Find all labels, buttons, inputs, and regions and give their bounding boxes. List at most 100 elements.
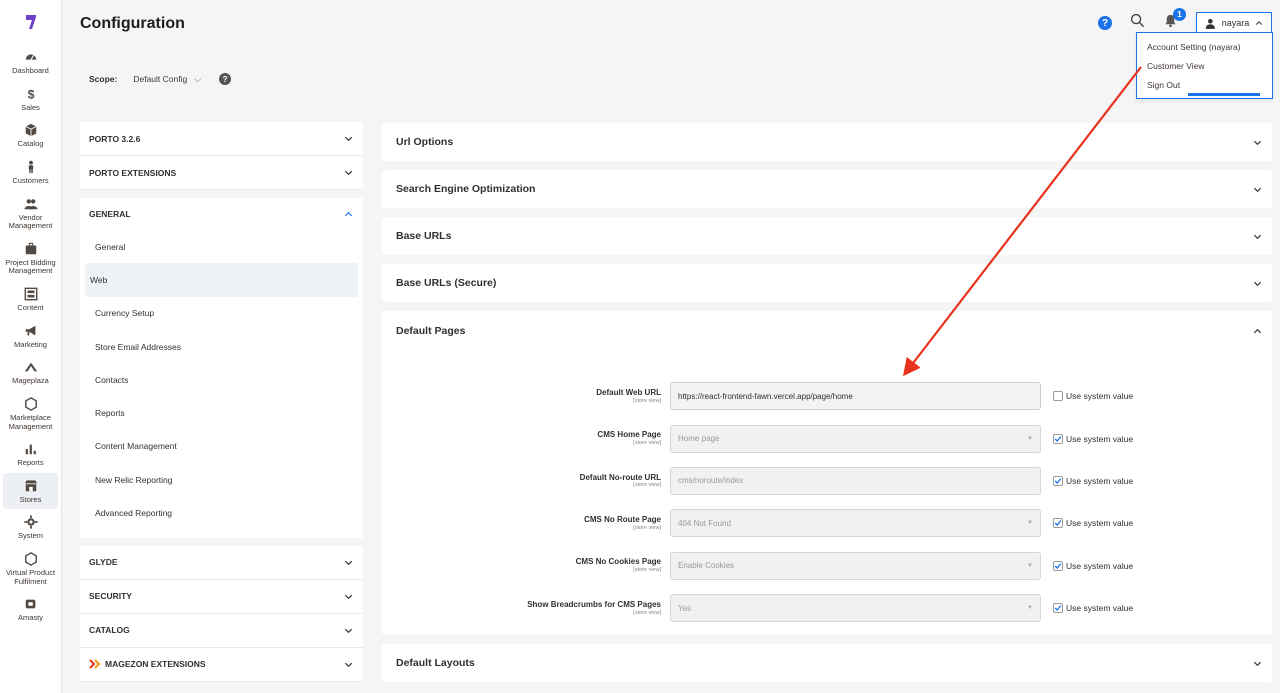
use-system-value-toggle[interactable]: Use system value — [1053, 475, 1133, 486]
tab-label: PORTO 3.2.6 — [89, 133, 141, 144]
group-base-urls[interactable]: Base URLs — [382, 217, 1272, 255]
field-label-text: CMS No Route Page — [584, 514, 661, 524]
sidebar-item-dashboard[interactable]: Dashboard — [0, 44, 61, 81]
default-no-route-url-input[interactable]: cms/noroute/index — [670, 466, 1041, 495]
scope-help-icon[interactable]: ? — [219, 73, 232, 85]
save-button-edge[interactable] — [1188, 93, 1260, 96]
group-default-layouts[interactable]: Default Layouts — [382, 644, 1272, 683]
chevron-down-icon — [344, 628, 353, 633]
sidebar-item-virtual-product-fulfilment[interactable]: Virtual Product Fulfilment — [0, 546, 61, 591]
sign-out-link[interactable]: Sign Out — [1137, 75, 1272, 94]
scope-select[interactable]: Default Config — [133, 74, 187, 84]
group-header[interactable]: Base URLs (Secure) — [382, 264, 1272, 302]
use-system-value-checkbox[interactable] — [1053, 603, 1063, 614]
sidebar-item-marketplace-management[interactable]: Marketplace Management — [0, 391, 61, 436]
sidebar-item-stores[interactable]: Stores — [3, 472, 58, 510]
group-header[interactable]: Default Layouts — [382, 644, 1272, 682]
chevron-up-icon — [1256, 21, 1263, 25]
config-nav-content-management[interactable]: Content Management — [85, 430, 358, 463]
sidebar-item-system[interactable]: System — [0, 509, 61, 546]
select-caret-icon: ▼ — [1027, 562, 1033, 569]
field-value: https://react-frontend-fawn.vercel.app/p… — [678, 391, 853, 401]
tab-security[interactable]: SECURITY — [80, 579, 363, 614]
use-system-value-toggle[interactable]: Use system value — [1053, 603, 1134, 614]
group-url-options[interactable]: Url Options — [382, 123, 1272, 161]
sidebar-item-marketing[interactable]: Marketing — [0, 318, 61, 355]
group-default-pages-header[interactable]: Default Pages — [382, 311, 1272, 351]
sidebar-item-content[interactable]: Content — [0, 281, 61, 318]
sidebar-item-project-bidding-management[interactable]: Project Bidding Management — [0, 236, 61, 281]
show-breadcrumbs-for-cms-pages-select[interactable]: Yes ▼ — [670, 594, 1041, 623]
sidebar-item-label: Content — [17, 303, 44, 312]
user-account-button[interactable]: nayara — [1196, 12, 1272, 34]
account-setting-link[interactable]: Account Setting (nayara) — [1137, 37, 1272, 56]
tab-porto[interactable]: PORTO 3.2.6 — [80, 122, 363, 156]
field-scope-note: [store view] — [633, 482, 661, 489]
magento-logo[interactable] — [0, 0, 61, 44]
hexagon-icon — [24, 396, 38, 411]
use-system-value-checkbox[interactable] — [1053, 475, 1063, 486]
customer-view-link[interactable]: Customer View — [1137, 56, 1272, 75]
tab-magezon-extensions[interactable]: MAGEZON EXTENSIONS — [80, 647, 363, 682]
config-nav-advanced-reporting[interactable]: Advanced Reporting — [85, 496, 358, 529]
config-nav-store-email-addresses[interactable]: Store Email Addresses — [85, 330, 358, 363]
group-base-urls-secure[interactable]: Base URLs (Secure) — [382, 264, 1272, 302]
sidebar-item-catalog[interactable]: Catalog — [0, 117, 61, 154]
config-nav-new-relic-reporting[interactable]: New Relic Reporting — [85, 463, 358, 496]
use-system-value-toggle[interactable]: Use system value — [1053, 560, 1133, 571]
config-nav-currency-setup[interactable]: Currency Setup — [85, 297, 358, 330]
select-caret-icon: ▼ — [1027, 520, 1033, 527]
sidebar-item-customers[interactable]: Customers — [0, 154, 61, 191]
tab-glyde[interactable]: GLYDE — [80, 545, 363, 580]
field-label: CMS No Route Page [store view] — [382, 514, 670, 531]
default-web-url-input[interactable]: https://react-frontend-fawn.vercel.app/p… — [670, 382, 1041, 411]
field-label-text: CMS No Cookies Page — [575, 557, 661, 567]
field-label: CMS No Cookies Page [store view] — [382, 557, 670, 574]
config-nav-contacts[interactable]: Contacts — [85, 363, 358, 396]
field-row-cms-home-page: CMS Home Page [store view] Home page ▼ Use s… — [382, 417, 1272, 459]
use-system-value-toggle[interactable]: Use system value — [1053, 518, 1133, 529]
help-icon[interactable]: ? — [1098, 16, 1112, 30]
search-icon[interactable] — [1130, 13, 1145, 33]
page-title: Configuration — [80, 15, 185, 32]
group-header[interactable]: Url Options — [382, 123, 1272, 161]
config-nav-web[interactable]: Web — [85, 263, 358, 297]
config-nav-general[interactable]: General — [85, 230, 358, 263]
cms-no-route-page-select[interactable]: 404 Not Found ▼ — [670, 509, 1041, 538]
use-system-value-toggle[interactable]: Use system value — [1053, 433, 1133, 444]
sidebar-item-reports[interactable]: Reports — [0, 436, 61, 473]
use-system-value-checkbox[interactable] — [1053, 560, 1063, 571]
use-system-value-checkbox[interactable] — [1053, 433, 1063, 444]
chevron-down-icon — [344, 136, 353, 142]
use-system-value-label: Use system value — [1066, 603, 1134, 614]
use-system-value-checkbox[interactable] — [1053, 518, 1063, 529]
layout-icon — [24, 287, 38, 301]
group-search-engine-optimization[interactable]: Search Engine Optimization — [382, 170, 1272, 208]
cms-no-cookies-page-select[interactable]: Enable Cookies ▼ — [670, 551, 1041, 580]
use-system-value-toggle[interactable]: Use system value — [1053, 391, 1133, 402]
sidebar-item-amasty[interactable]: Amasty — [0, 591, 61, 628]
sidebar-item-label: Catalog — [17, 139, 44, 149]
notifications-button[interactable]: 1 — [1163, 8, 1186, 33]
group-header[interactable]: Search Engine Optimization — [382, 170, 1272, 208]
use-system-value-checkbox[interactable] — [1053, 391, 1063, 402]
chevron-down-icon — [1253, 140, 1262, 145]
bar-chart-icon — [24, 442, 38, 456]
tab-general[interactable]: GENERAL — [80, 198, 363, 230]
field-row-default-web-url: Default Web URL [store view] https://react… — [382, 375, 1272, 417]
tab-label: GENERAL — [89, 209, 131, 219]
cms-home-page-select[interactable]: Home page ▼ — [670, 424, 1041, 453]
general-tab-group: GENERAL General Web Currency Setup Store Em… — [80, 198, 363, 538]
tab-porto-extensions[interactable]: PORTO EXTENSIONS — [80, 156, 363, 190]
field-scope-note: [store view] — [633, 567, 661, 574]
field-scope-note: [store view] — [633, 397, 661, 404]
sidebar-item-sales[interactable]: $ Sales — [0, 81, 61, 118]
tab-catalog[interactable]: CATALOG — [80, 613, 363, 648]
chevron-down-icon — [1253, 661, 1262, 666]
field-label: Default Web URL [store view] — [382, 388, 670, 404]
sidebar-item-mageplaza[interactable]: Mageplaza — [0, 354, 61, 391]
chevron-down-icon[interactable]: ⌵ — [194, 74, 201, 85]
config-nav-reports[interactable]: Reports — [85, 396, 358, 429]
sidebar-item-vendor-management[interactable]: Vendor Management — [0, 191, 61, 236]
group-header[interactable]: Base URLs — [382, 217, 1272, 255]
